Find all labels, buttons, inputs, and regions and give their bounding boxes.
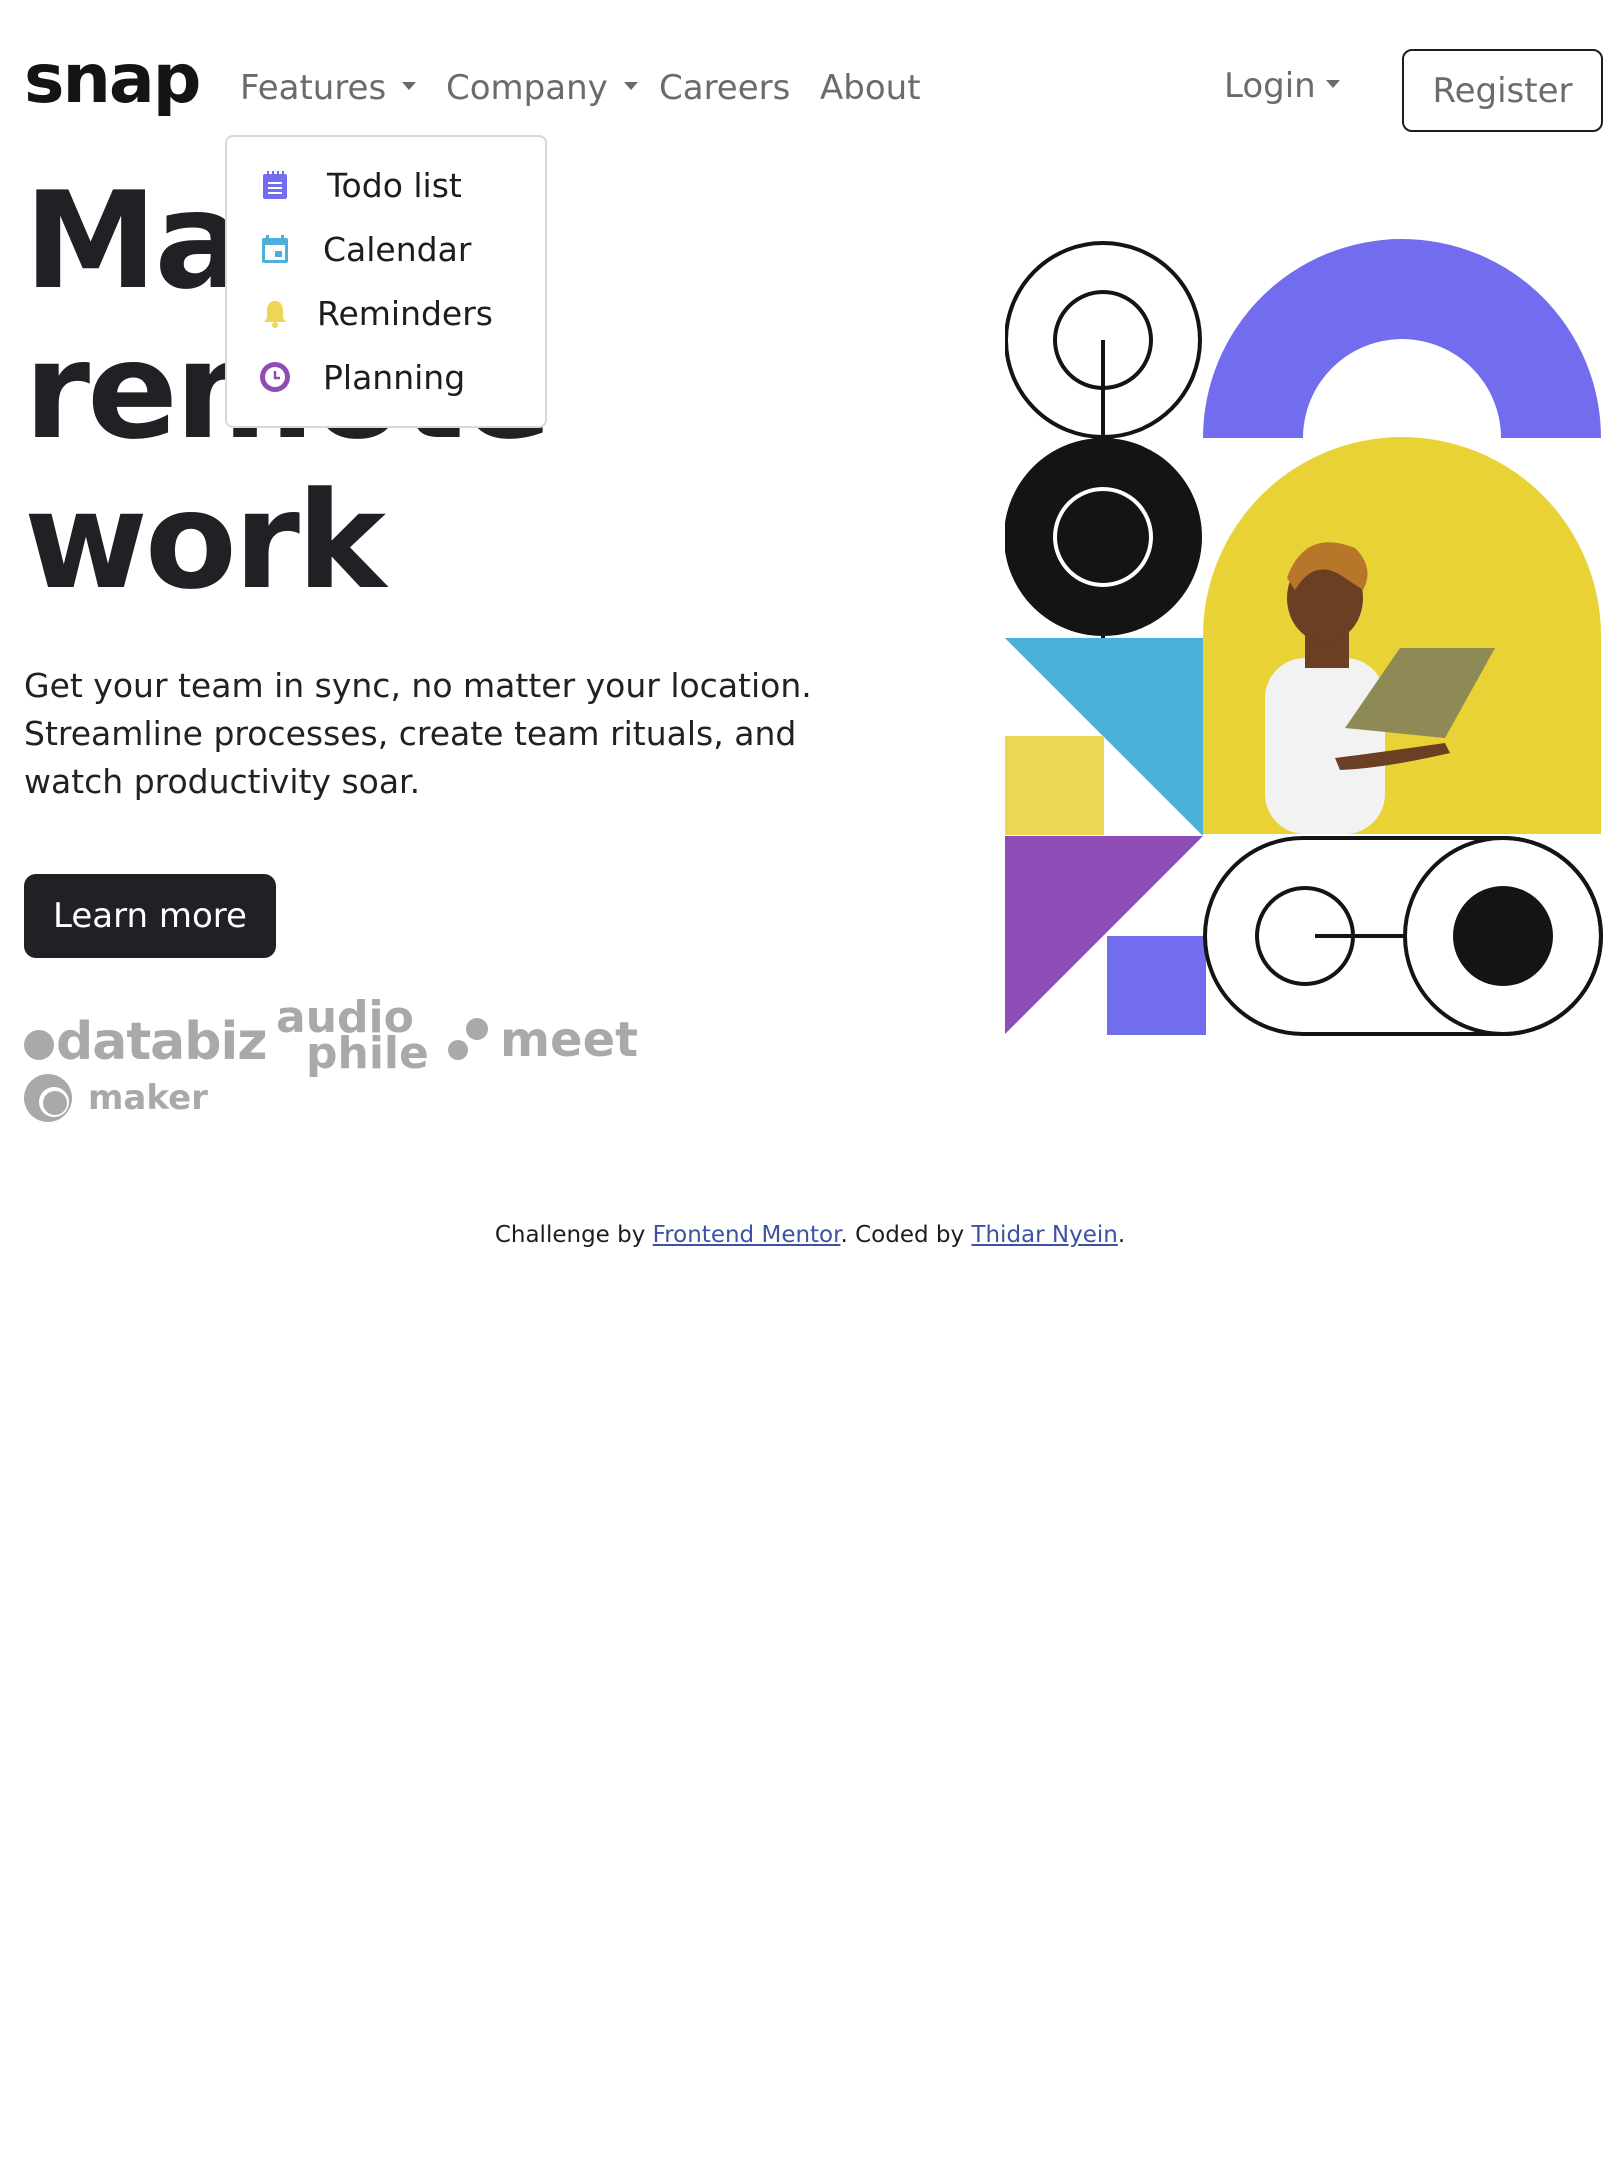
databiz-dot-icon xyxy=(24,1030,54,1060)
black-disk-icon xyxy=(1005,438,1202,636)
nav-about[interactable]: About xyxy=(820,62,921,114)
attribution-suffix: . xyxy=(1117,1222,1126,1248)
chevron-down-icon xyxy=(402,81,417,90)
databiz-text: databiz xyxy=(56,1012,268,1072)
dropdown-item-reminders[interactable]: Reminders xyxy=(227,285,545,341)
todo-icon xyxy=(263,171,287,199)
dropdown-label-todo: Todo list xyxy=(327,165,462,205)
audiophile-text-2: phile xyxy=(306,1028,429,1079)
chevron-down-icon xyxy=(1325,79,1340,88)
attribution-prefix: Challenge by xyxy=(494,1222,653,1248)
login-button[interactable]: Login xyxy=(1224,60,1340,112)
dropdown-item-planning[interactable]: Planning xyxy=(227,349,545,405)
clock-icon xyxy=(260,362,290,392)
yellow-arch-photo xyxy=(1203,437,1601,834)
chevron-down-icon xyxy=(623,81,638,90)
purple-arch-icon xyxy=(1203,239,1601,438)
dropdown-item-todo[interactable]: Todo list xyxy=(227,157,545,213)
maker-text: maker xyxy=(88,1078,208,1118)
hero-subtext: Get your team in sync, no matter your lo… xyxy=(24,666,812,801)
meet-dot-large-icon xyxy=(466,1018,488,1040)
dropdown-item-calendar[interactable]: Calendar xyxy=(227,221,545,277)
frontend-mentor-link[interactable]: Frontend Mentor xyxy=(653,1222,841,1248)
bell-icon xyxy=(264,301,286,328)
yellow-square-icon xyxy=(1005,736,1104,835)
hero-illustration xyxy=(1005,239,1603,1036)
logo[interactable]: snap xyxy=(24,40,201,120)
author-link[interactable]: Thidar Nyein xyxy=(971,1222,1117,1248)
attribution: Challenge by Frontend Mentor. Coded by T… xyxy=(0,1222,1620,1248)
maker-mark-icon xyxy=(24,1074,72,1122)
calendar-icon xyxy=(262,235,288,263)
learn-more-button[interactable]: Learn more xyxy=(24,874,276,958)
nav-careers[interactable]: Careers xyxy=(659,62,790,114)
nav-company[interactable]: Company xyxy=(446,62,638,114)
dropdown-label-reminders: Reminders xyxy=(317,293,493,333)
dropdown-label-planning: Planning xyxy=(323,357,466,397)
pill-dot-icon xyxy=(1453,886,1553,986)
dropdown-label-calendar: Calendar xyxy=(323,229,472,269)
features-dropdown: Todo list Calendar Reminders Planning xyxy=(225,135,547,428)
nav-features-label: Features xyxy=(240,68,387,108)
purple-square-icon xyxy=(1107,936,1206,1035)
login-label: Login xyxy=(1224,66,1316,106)
headline-line-3: work xyxy=(24,463,386,619)
meet-dot-small-icon xyxy=(448,1040,468,1060)
nav-company-label: Company xyxy=(446,68,608,108)
nav-features[interactable]: Features xyxy=(240,62,417,114)
attribution-middle: . Coded by xyxy=(840,1222,972,1248)
meet-text: meet xyxy=(500,1012,639,1068)
register-button[interactable]: Register xyxy=(1402,49,1603,132)
